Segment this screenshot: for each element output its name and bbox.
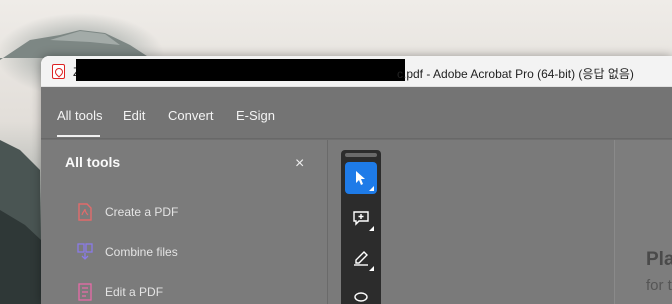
tool-label: Edit a PDF [105, 285, 164, 299]
tab-edit[interactable]: Edit [123, 108, 145, 123]
add-comment-button[interactable] [345, 202, 377, 234]
app-content-dimmed: All tools Edit Convert E-Sign All tools … [41, 87, 672, 304]
tab-all-tools[interactable]: All tools [57, 108, 103, 123]
close-icon[interactable]: × [295, 156, 304, 172]
tool-edit-pdf[interactable]: Edit a PDF [77, 282, 277, 302]
document-subtext: for t [646, 277, 672, 294]
document-heading: Pla [646, 249, 672, 270]
tool-label: Combine files [105, 245, 178, 259]
tab-esign[interactable]: E-Sign [236, 108, 275, 123]
add-comment-icon [353, 211, 369, 226]
document-page: Pla for t [614, 140, 672, 304]
redacted-filename [76, 59, 405, 81]
tool-create-pdf[interactable]: Create a PDF [77, 202, 277, 222]
tool-combine-files[interactable]: Combine files [77, 242, 277, 262]
pen-icon [354, 251, 368, 266]
combine-files-icon [77, 243, 93, 260]
tab-convert[interactable]: Convert [168, 108, 214, 123]
panel-title: All tools [65, 154, 121, 170]
top-menu-bar: All tools Edit Convert E-Sign [41, 87, 672, 139]
lasso-icon [354, 292, 368, 302]
window-title: c.pdf - Adobe Acrobat Pro (64-bit) (응답 없… [397, 67, 634, 81]
acrobat-window: Z c.pdf - Adobe Acrobat Pro (64-bit) (응답… [41, 56, 672, 304]
create-pdf-icon [78, 203, 92, 221]
edit-pdf-icon [78, 283, 92, 301]
title-bar[interactable]: Z c.pdf - Adobe Acrobat Pro (64-bit) (응답… [41, 56, 672, 87]
quick-tools-toolbar [341, 150, 381, 304]
cursor-icon [356, 171, 365, 185]
tool-label: Create a PDF [105, 205, 179, 219]
highlight-pen-button[interactable] [345, 242, 377, 274]
toolbar-drag-handle[interactable] [345, 153, 377, 157]
active-tab-indicator [57, 135, 100, 137]
acrobat-app-icon [52, 64, 65, 79]
select-tool-button[interactable] [345, 162, 377, 194]
all-tools-panel: All tools × Create a PDF Combine files E… [41, 140, 328, 304]
draw-tool-button[interactable] [345, 282, 377, 304]
